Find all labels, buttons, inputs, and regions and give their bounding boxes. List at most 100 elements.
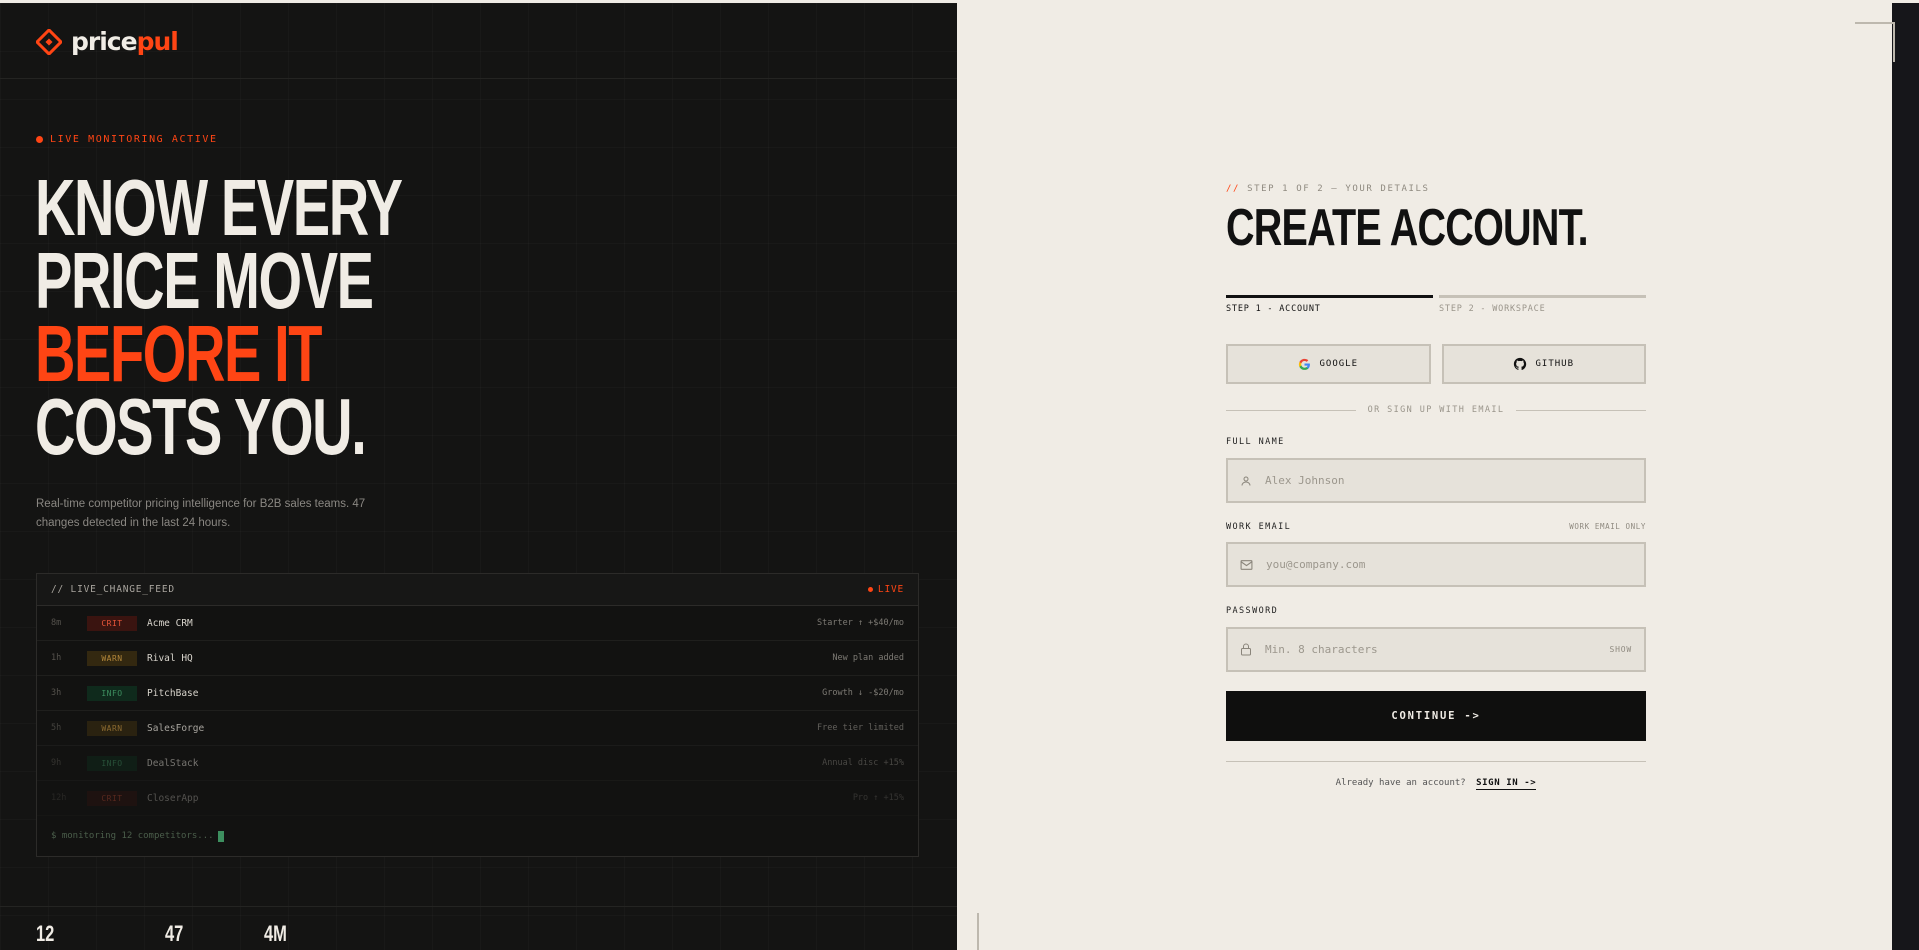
feed-time: 8m: [51, 618, 62, 628]
feed-change: Pro ↑ +15%: [852, 793, 904, 803]
divider-label: OR SIGN UP WITH EMAIL: [1367, 405, 1505, 415]
logo-diamond-icon: [36, 28, 62, 55]
full-name-label: FULL NAME: [1226, 437, 1285, 447]
top-bar: pricepul: [0, 3, 957, 79]
signin-link[interactable]: SIGN IN ->: [1476, 778, 1537, 790]
step-prefix: //: [1226, 184, 1241, 194]
feed-time: 5h: [51, 723, 62, 733]
step-workspace: STEP 2 - WORKSPACE: [1439, 295, 1646, 314]
severity-badge: WARN: [87, 650, 137, 666]
feed-row: 12h CRIT CloserApp Pro ↑ +15%: [37, 781, 918, 816]
email-input[interactable]: [1266, 558, 1632, 571]
step-bar: [1226, 295, 1433, 298]
headline-line-1: KNOW EVERY: [35, 163, 403, 252]
lock-icon: [1241, 643, 1251, 656]
signup-form: // STEP 1 OF 2 — YOUR DETAILS CREATE ACC…: [1226, 184, 1646, 790]
signin-prompt-row: Already have an account? SIGN IN ->: [1226, 778, 1646, 790]
brand-logo[interactable]: pricepul: [36, 27, 179, 56]
email-field[interactable]: [1226, 542, 1646, 587]
google-label: GOOGLE: [1319, 359, 1358, 369]
severity-badge: INFO: [87, 755, 137, 771]
corner-line-decoration: [977, 913, 979, 950]
live-change-feed: // LIVE_CHANGE_FEED LIVE 8m CRIT Acme CR…: [36, 573, 919, 857]
feed-row: 3h INFO PitchBase Growth ↓ -$20/mo: [37, 676, 918, 711]
step-label: STEP 2 - WORKSPACE: [1439, 304, 1546, 314]
severity-badge: CRIT: [87, 615, 137, 631]
feed-company: PitchBase: [147, 687, 199, 699]
headline-line-3: BEFORE IT: [35, 309, 322, 398]
signin-prompt: Already have an account?: [1335, 778, 1466, 788]
feed-row: 5h WARN SalesForge Free tier limited: [37, 711, 918, 746]
stats-divider: [0, 906, 957, 907]
feed-company: Acme CRM: [147, 617, 193, 629]
headline-line-4: COSTS YOU.: [35, 382, 367, 471]
github-signup-button[interactable]: GITHUB: [1441, 344, 1646, 384]
brand-name: pricepul: [71, 27, 179, 56]
feed-header: // LIVE_CHANGE_FEED LIVE: [37, 574, 918, 606]
live-status-tag: LIVE MONITORING ACTIVE: [36, 134, 218, 145]
feed-change: New plan added: [832, 653, 904, 663]
email-label-row: WORK EMAIL WORK EMAIL ONLY: [1226, 522, 1646, 532]
corner-bracket-decoration: [1855, 22, 1895, 62]
or-divider: OR SIGN UP WITH EMAIL: [1226, 405, 1646, 415]
google-icon: [1299, 358, 1311, 370]
stat-competitors: 12: [36, 921, 55, 946]
severity-badge: CRIT: [87, 790, 137, 806]
mail-icon: [1240, 559, 1253, 570]
feed-terminal-line: $ monitoring 12 competitors...: [37, 816, 918, 856]
step-indicator-label: // STEP 1 OF 2 — YOUR DETAILS: [1226, 184, 1646, 194]
feed-time: 3h: [51, 688, 62, 698]
stat-changes: 47: [165, 921, 184, 946]
feed-change: Free tier limited: [817, 723, 904, 733]
feed-change: Growth ↓ -$20/mo: [822, 688, 904, 698]
password-field[interactable]: SHOW: [1226, 627, 1646, 672]
severity-badge: WARN: [87, 720, 137, 736]
form-separator: [1226, 761, 1646, 762]
feed-row: 9h INFO DealStack Annual disc +15%: [37, 746, 918, 781]
password-input[interactable]: [1265, 643, 1597, 656]
full-name-field[interactable]: [1226, 458, 1646, 503]
hero-headline: KNOW EVERY PRICE MOVE BEFORE IT COSTS YO…: [35, 163, 559, 471]
hero-description: Real-time competitor pricing intelligenc…: [36, 498, 366, 529]
github-label: GITHUB: [1535, 359, 1574, 369]
full-name-input[interactable]: [1265, 474, 1632, 487]
headline-line-2: PRICE MOVE: [35, 236, 374, 325]
step-label-text: STEP 1 OF 2 — YOUR DETAILS: [1247, 184, 1430, 194]
window-edge: [1892, 3, 1919, 950]
severity-badge: INFO: [87, 685, 137, 701]
show-password-toggle[interactable]: SHOW: [1610, 645, 1632, 654]
cursor-block-icon: [217, 830, 224, 842]
full-name-label-row: FULL NAME: [1226, 437, 1646, 447]
live-dot-icon: [867, 587, 873, 592]
email-hint: WORK EMAIL ONLY: [1569, 522, 1646, 531]
user-icon: [1241, 476, 1251, 486]
continue-button[interactable]: CONTINUE ->: [1226, 691, 1646, 741]
live-dot-icon: [36, 136, 43, 143]
feed-time: 9h: [51, 758, 62, 768]
step-bar: [1439, 295, 1646, 298]
feed-time: 1h: [51, 653, 62, 663]
password-label: PASSWORD: [1226, 606, 1279, 616]
feed-change: Starter ↑ +$40/mo: [817, 618, 904, 628]
step-progress: STEP 1 - ACCOUNT STEP 2 - WORKSPACE: [1226, 295, 1646, 314]
feed-live-label: LIVE: [877, 584, 904, 595]
feed-company: Rival HQ: [147, 652, 193, 664]
feed-company: DealStack: [147, 757, 199, 769]
feed-title: // LIVE_CHANGE_FEED: [51, 584, 175, 595]
google-signup-button[interactable]: GOOGLE: [1226, 344, 1431, 384]
divider-line: [1516, 409, 1646, 411]
feed-row: 8m CRIT Acme CRM Starter ↑ +$40/mo: [37, 606, 918, 641]
feed-footer-text: $ monitoring 12 competitors...: [51, 831, 214, 841]
page-title: CREATE ACCOUNT.: [1226, 199, 1589, 257]
feed-company: CloserApp: [147, 792, 199, 804]
oauth-buttons: GOOGLE GITHUB: [1226, 344, 1646, 384]
feed-change: Annual disc +15%: [822, 758, 904, 768]
stat-volume: 4M: [264, 921, 287, 946]
github-icon: [1514, 357, 1527, 370]
feed-live-indicator: LIVE: [867, 584, 904, 595]
live-status-text: LIVE MONITORING ACTIVE: [50, 134, 218, 145]
divider-line: [1226, 409, 1356, 411]
feed-time: 12h: [51, 793, 67, 803]
password-label-row: PASSWORD: [1226, 606, 1646, 616]
marketing-panel: pricepul LIVE MONITORING ACTIVE KNOW EVE…: [0, 3, 957, 950]
